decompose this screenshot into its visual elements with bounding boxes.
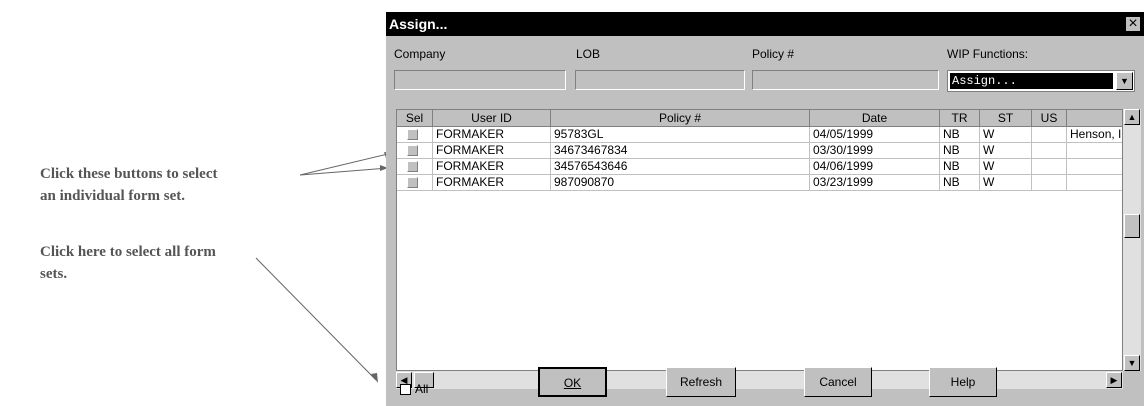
form-set-list: Sel User ID Policy # Date TR ST US FORMA… <box>396 109 1123 371</box>
date-cell: 04/06/1999 <box>810 159 940 175</box>
policy-cell: 34576543646 <box>551 159 810 175</box>
column-header-tr[interactable]: TR <box>940 110 980 127</box>
title-bar: Assign... × <box>386 12 1144 36</box>
table-row: FORMAKER 95783GL 04/05/1999 NB W Henson,… <box>397 127 1122 143</box>
extra-cell <box>1067 143 1122 159</box>
column-header-date[interactable]: Date <box>810 110 940 127</box>
policy-cell: 987090870 <box>551 175 810 191</box>
help-button[interactable]: Help <box>929 367 997 397</box>
column-header-st[interactable]: ST <box>980 110 1032 127</box>
st-cell: W <box>980 127 1032 143</box>
column-header-us[interactable]: US <box>1032 110 1067 127</box>
date-cell: 04/05/1999 <box>810 127 940 143</box>
row-select-button[interactable] <box>407 129 418 140</box>
refresh-button[interactable]: Refresh <box>666 367 736 397</box>
row-select-button[interactable] <box>407 161 418 172</box>
scroll-down-icon[interactable]: ▼ <box>1124 355 1140 371</box>
callout-select-all-line1: Click here to select all form <box>40 244 216 260</box>
column-header-sel[interactable]: Sel <box>397 110 433 127</box>
ok-button[interactable]: OK <box>538 367 607 397</box>
scroll-up-icon[interactable]: ▲ <box>1124 109 1140 125</box>
callout-select-individual-line1: Click these buttons to select <box>40 166 218 182</box>
tr-cell: NB <box>940 175 980 191</box>
sel-cell <box>397 143 433 159</box>
lob-label: LOB <box>576 47 601 61</box>
wip-functions-value: Assign... <box>950 73 1113 89</box>
tr-cell: NB <box>940 143 980 159</box>
sel-cell <box>397 127 433 143</box>
tr-cell: NB <box>940 159 980 175</box>
lob-field[interactable] <box>575 70 745 90</box>
vertical-scrollbar[interactable]: ▲ ▼ <box>1123 109 1141 371</box>
extra-cell <box>1067 159 1122 175</box>
callout-select-individual-line2: an individual form set. <box>40 188 186 204</box>
row-select-button[interactable] <box>407 145 418 156</box>
callout-select-all-line2: sets. <box>40 266 68 282</box>
scroll-right-icon[interactable]: ▶ <box>1106 372 1122 388</box>
extra-cell: Henson, I <box>1067 127 1122 143</box>
chevron-down-icon[interactable]: ▼ <box>1116 72 1133 90</box>
wip-functions-label: WIP Functions: <box>947 47 1029 61</box>
sel-cell <box>397 175 433 191</box>
company-field[interactable] <box>394 70 566 90</box>
extra-cell <box>1067 175 1122 191</box>
user-id-cell: FORMAKER <box>433 127 551 143</box>
user-id-cell: FORMAKER <box>433 175 551 191</box>
user-id-cell: FORMAKER <box>433 143 551 159</box>
sel-cell <box>397 159 433 175</box>
select-all-checkbox[interactable] <box>400 384 411 395</box>
us-cell <box>1032 143 1067 159</box>
column-header-user-id[interactable]: User ID <box>433 110 551 127</box>
scroll-thumb[interactable] <box>1124 214 1140 238</box>
st-cell: W <box>980 143 1032 159</box>
wip-functions-select[interactable]: Assign... ▼ <box>947 70 1135 92</box>
us-cell <box>1032 127 1067 143</box>
row-select-button[interactable] <box>407 177 418 188</box>
policy-cell: 34673467834 <box>551 143 810 159</box>
horizontal-scrollbar[interactable]: ◀ ▶ <box>396 371 1123 389</box>
tr-cell: NB <box>940 127 980 143</box>
cancel-button[interactable]: Cancel <box>804 367 872 397</box>
column-header-policy[interactable]: Policy # <box>551 110 810 127</box>
policy-label: Policy # <box>752 47 795 61</box>
ok-label: OK <box>563 376 582 390</box>
assign-dialog: Assign... × Company LOB Policy # WIP Fun… <box>386 12 1144 406</box>
date-cell: 03/30/1999 <box>810 143 940 159</box>
dialog-title: Assign... <box>389 16 448 32</box>
us-cell <box>1032 175 1067 191</box>
column-header-extra[interactable] <box>1067 110 1122 127</box>
policy-field[interactable] <box>752 70 939 90</box>
select-all-label: All <box>415 382 429 396</box>
table-row: FORMAKER 987090870 03/23/1999 NB W <box>397 175 1122 191</box>
date-cell: 03/23/1999 <box>810 175 940 191</box>
company-label: Company <box>394 47 446 61</box>
user-id-cell: FORMAKER <box>433 159 551 175</box>
st-cell: W <box>980 175 1032 191</box>
policy-cell: 95783GL <box>551 127 810 143</box>
table-row: FORMAKER 34673467834 03/30/1999 NB W <box>397 143 1122 159</box>
form-set-grid: Sel User ID Policy # Date TR ST US FORMA… <box>396 109 1141 401</box>
us-cell <box>1032 159 1067 175</box>
table-row: FORMAKER 34576543646 04/06/1999 NB W <box>397 159 1122 175</box>
st-cell: W <box>980 159 1032 175</box>
close-icon[interactable]: × <box>1126 16 1140 32</box>
